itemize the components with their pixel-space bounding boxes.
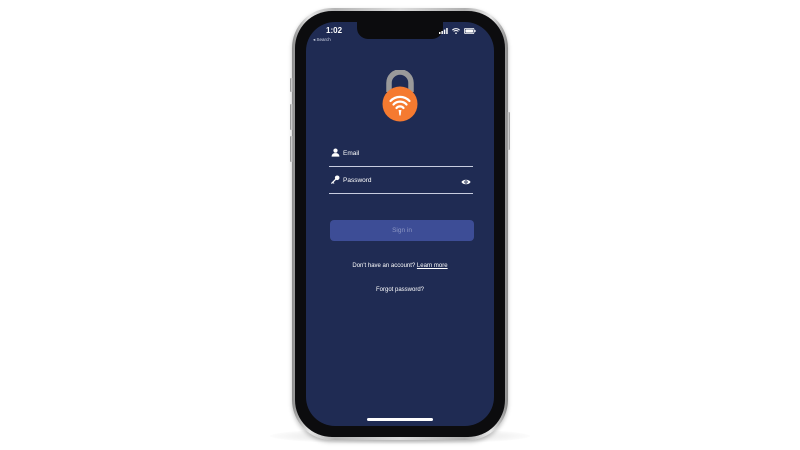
password-field[interactable] <box>329 171 473 194</box>
status-icons <box>439 28 476 34</box>
back-to-search-link[interactable]: ◂ Search <box>313 37 331 43</box>
email-input[interactable] <box>343 146 453 160</box>
silent-switch <box>290 78 293 92</box>
email-field[interactable] <box>329 144 473 167</box>
password-input[interactable] <box>343 173 453 187</box>
stage: 1:02 ◂ Search Email Sign in Don't have a… <box>0 0 800 450</box>
eye-icon[interactable] <box>461 178 471 186</box>
wifi-icon <box>452 28 460 34</box>
learn-more-link[interactable]: Learn more <box>417 263 448 269</box>
sign-in-button[interactable]: Sign in <box>330 220 474 241</box>
home-indicator[interactable] <box>367 418 433 421</box>
status-time: 1:02 <box>326 26 343 35</box>
signup-prompt: Don't have an account? Learn more <box>306 263 494 269</box>
forgot-password-link[interactable]: Forgot password? <box>306 287 494 293</box>
key-icon <box>331 175 340 184</box>
signal-icon <box>439 28 448 34</box>
signup-prompt-text: Don't have an account? <box>352 263 416 269</box>
volume-up-button <box>290 104 293 130</box>
battery-icon <box>464 28 476 34</box>
notch <box>357 22 443 39</box>
app-screen: 1:02 ◂ Search Email Sign in Don't have a… <box>306 22 494 426</box>
padlock-wifi-icon <box>382 70 418 122</box>
power-button <box>507 112 510 150</box>
user-icon <box>331 148 340 157</box>
phone-frame: 1:02 ◂ Search Email Sign in Don't have a… <box>290 8 510 440</box>
volume-down-button <box>290 136 293 162</box>
